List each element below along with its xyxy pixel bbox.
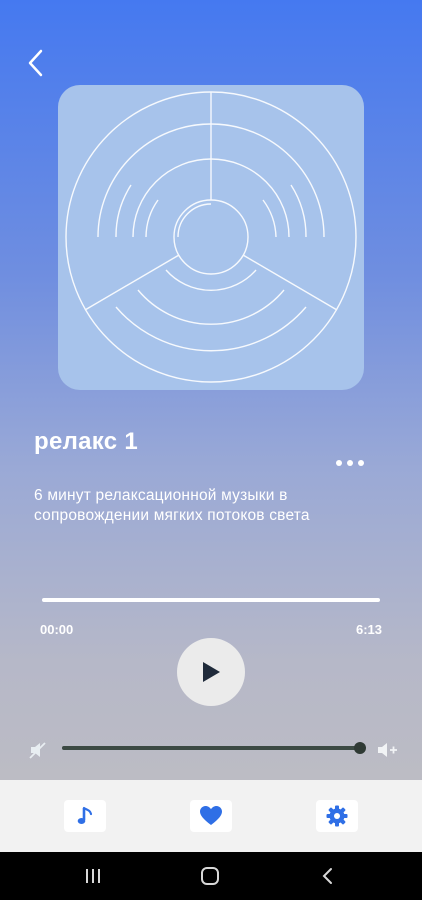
nav-favorites-button[interactable]	[190, 800, 232, 832]
volume-slider[interactable]	[62, 742, 366, 754]
play-icon	[203, 662, 220, 682]
dot	[336, 460, 342, 466]
play-button[interactable]	[177, 638, 245, 706]
volume-up-button[interactable]	[376, 740, 398, 760]
recent-apps-icon	[86, 869, 100, 883]
volume-mute-icon	[29, 742, 46, 759]
album-artwork	[58, 85, 364, 390]
gear-icon	[326, 805, 348, 827]
volume-slider-thumb[interactable]	[354, 742, 366, 754]
heart-icon	[200, 806, 222, 825]
player-screen: релакс 1 6 минут релаксационной музыки в…	[0, 0, 422, 780]
volume-slider-fill	[62, 746, 360, 750]
dot	[358, 460, 364, 466]
home-button[interactable]	[197, 864, 223, 888]
playback-progress-bar[interactable]	[42, 598, 380, 602]
recent-apps-button[interactable]	[80, 864, 106, 888]
labyrinth-icon	[65, 91, 357, 383]
music-note-icon	[77, 806, 93, 824]
chevron-left-icon	[322, 868, 332, 884]
mute-button[interactable]	[28, 740, 48, 760]
current-time: 00:00	[40, 622, 74, 637]
chevron-left-icon	[28, 49, 43, 77]
nav-settings-button[interactable]	[316, 800, 358, 832]
home-icon	[201, 867, 219, 885]
track-description: 6 минут релаксационной музыки в сопровож…	[34, 487, 310, 524]
back-button[interactable]	[18, 46, 52, 80]
track-duration: 6:13	[355, 622, 382, 637]
nav-music-button[interactable]	[64, 800, 106, 832]
dot	[347, 460, 353, 466]
bottom-navigation	[0, 780, 422, 852]
system-back-button[interactable]	[314, 864, 340, 888]
more-options-button[interactable]	[330, 450, 370, 476]
system-navigation-bar	[0, 852, 422, 900]
track-title: релакс 1	[34, 428, 139, 455]
volume-up-icon	[378, 743, 397, 757]
